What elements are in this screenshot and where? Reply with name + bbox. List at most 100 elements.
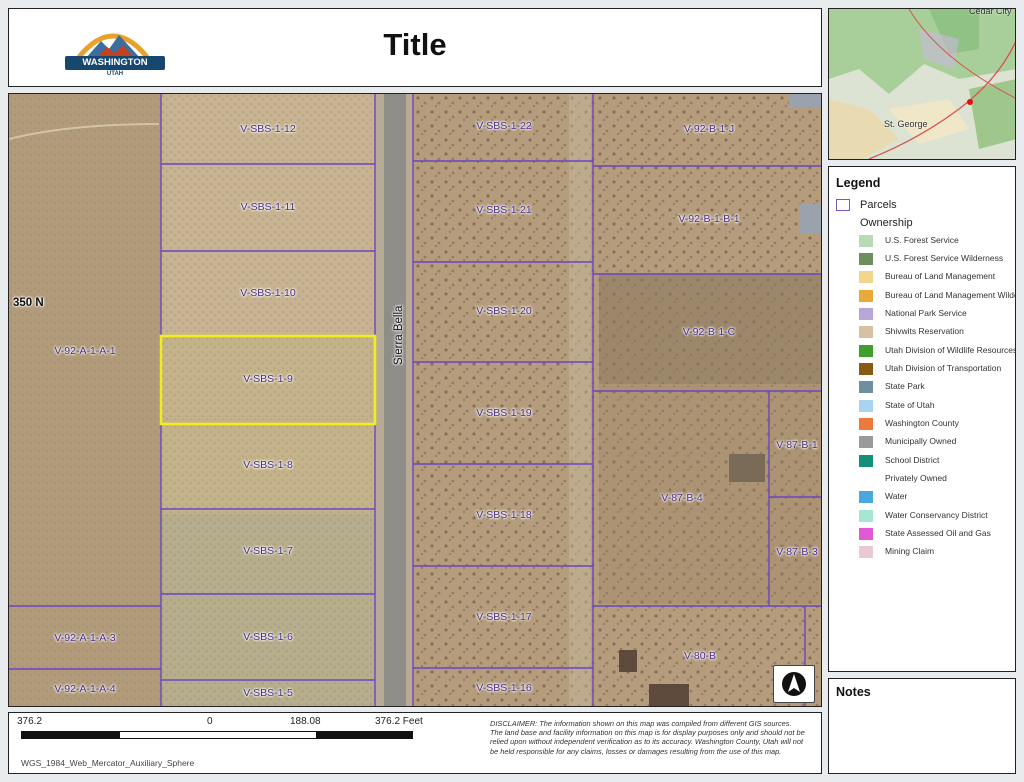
north-arrow-icon <box>773 665 815 703</box>
projection-label: WGS_1984_Web_Mercator_Auxiliary_Sphere <box>21 758 195 768</box>
legend-swatch <box>859 345 873 357</box>
legend-swatch <box>859 546 873 558</box>
legend-item-label: Water Conservancy District <box>885 510 988 520</box>
parcel-label[interactable]: V-SBS-1-16 <box>476 682 531 694</box>
parcel-label[interactable]: V-92-B-1-J <box>684 123 734 135</box>
parcel-label[interactable]: V-SBS-1-11 <box>241 201 296 213</box>
legend-swatch <box>859 455 873 467</box>
legend-item: Municipally Owned <box>859 435 1015 449</box>
legend-item-label: National Park Service <box>885 308 967 318</box>
legend-item: Bureau of Land Management <box>859 270 1015 284</box>
legend-swatch <box>859 528 873 540</box>
parcel-label[interactable]: V-SBS-1-10 <box>240 287 295 299</box>
legend-swatch <box>859 235 873 247</box>
legend-item: U.S. Forest Service Wilderness <box>859 252 1015 266</box>
title-panel: WASHINGTON COUNTY UTAH Title <box>8 8 822 87</box>
legend-item: Water Conservancy District <box>859 509 1015 523</box>
legend-title: Legend <box>836 176 881 190</box>
parcel-label[interactable]: V-SBS-1-21 <box>476 204 531 216</box>
legend-swatch <box>859 473 873 485</box>
legend-item-label: Municipally Owned <box>885 436 957 446</box>
legend-item: Washington County <box>859 417 1015 431</box>
legend-swatch <box>859 271 873 283</box>
legend-item: State Park <box>859 380 1015 394</box>
legend-item-label: Shivwits Reservation <box>885 326 964 336</box>
parcel-label[interactable]: V-SBS-1-22 <box>476 120 531 132</box>
legend-item: Shivwits Reservation <box>859 325 1015 339</box>
disclaimer-text: DISCLAIMER: The information shown on thi… <box>490 719 805 756</box>
parcels-swatch <box>836 199 850 211</box>
parcel-label[interactable]: V-92-B-1-C <box>683 326 736 338</box>
legend-item: U.S. Forest Service <box>859 234 1015 248</box>
parcel-label[interactable]: V-87-B-1 <box>776 439 817 451</box>
scale-label-right: 376.2 Feet <box>375 716 423 727</box>
legend-item: State Assessed Oil and Gas <box>859 527 1015 541</box>
legend-swatch <box>859 400 873 412</box>
parcel-label[interactable]: V-SBS-1-5 <box>243 687 293 699</box>
legend-ownership-label: Ownership <box>860 217 913 229</box>
legend-swatch <box>859 308 873 320</box>
legend-item: Water <box>859 490 1015 504</box>
parcel-label[interactable]: V-SBS-1-18 <box>476 509 531 521</box>
legend-swatch <box>859 510 873 522</box>
map-title: Title <box>383 27 447 62</box>
legend-item-label: Utah Division of Wildlife Resources <box>885 345 1016 355</box>
scale-label-zero: 0 <box>207 716 213 727</box>
legend-swatch <box>859 326 873 338</box>
scale-panel: 376.2 0 188.08 376.2 Feet WGS_1984_Web_M… <box>8 712 822 774</box>
parcel-label[interactable]: V-92-A-1-A-3 <box>54 632 115 644</box>
legend-item: Privately Owned <box>859 472 1015 486</box>
legend-swatch <box>859 418 873 430</box>
parcel-label[interactable]: V-92-A-1-A-4 <box>54 683 115 695</box>
scale-label-left: 376.2 <box>17 716 43 727</box>
legend-item-label: Bureau of Land Management Wilde <box>885 290 1016 300</box>
legend-item-label: Water <box>885 491 908 501</box>
notes-panel: Notes <box>828 678 1016 774</box>
legend-item-label: State Assessed Oil and Gas <box>885 528 991 538</box>
logo-subtitle: UTAH <box>106 71 124 77</box>
parcel-label[interactable]: V-SBS-1-17 <box>476 611 531 623</box>
legend-item: Utah Division of Transportation <box>859 362 1015 376</box>
overview-place-st-george: St. George <box>884 119 928 129</box>
parcel-label[interactable]: V-SBS-1-7 <box>243 545 293 557</box>
legend-panel: Legend Parcels Ownership U.S. Forest Ser… <box>828 166 1016 672</box>
legend-item: State of Utah <box>859 399 1015 413</box>
legend-swatch <box>859 253 873 265</box>
parcel-label[interactable]: V-92-B-1-B-1 <box>678 213 739 225</box>
overview-map-graphic <box>829 9 1015 159</box>
map-view[interactable]: V-SBS-1-12 V-SBS-1-11 V-SBS-1-10 V-SBS-1… <box>8 93 822 707</box>
legend-item: Bureau of Land Management Wilde <box>859 289 1016 303</box>
legend-swatch <box>859 381 873 393</box>
legend-item-label: Privately Owned <box>885 473 947 483</box>
parcel-label[interactable]: V-87-B-3 <box>776 546 817 558</box>
legend-item: Mining Claim <box>859 545 1015 559</box>
parcel-label[interactable]: V-SBS-1-6 <box>243 631 293 643</box>
legend-item: School District <box>859 454 1015 468</box>
legend-swatch <box>859 436 873 448</box>
overview-map[interactable]: Cedar City St. George <box>828 8 1016 160</box>
parcel-label[interactable]: V-SBS-1-19 <box>476 407 531 419</box>
scale-bar <box>21 731 413 739</box>
legend-parcels-label: Parcels <box>860 199 897 211</box>
overview-place-cedar-city: Cedar City <box>969 8 1012 16</box>
street-label-sierra-bella: Sierra Bella <box>393 305 405 365</box>
legend-item-label: State of Utah <box>885 400 935 410</box>
legend-swatch <box>859 491 873 503</box>
parcel-label[interactable]: V-92-A-1-A-1 <box>54 345 115 357</box>
parcel-label[interactable]: V-80-B <box>684 650 716 662</box>
legend-item-label: Utah Division of Transportation <box>885 363 1002 373</box>
legend-item-label: Mining Claim <box>885 546 935 556</box>
parcel-label[interactable]: V-SBS-1-12 <box>240 123 295 135</box>
parcel-label[interactable]: V-SBS-1-20 <box>476 305 531 317</box>
parcel-label-selected[interactable]: V-SBS-1-9 <box>243 373 293 385</box>
legend-item-label: Washington County <box>885 418 959 428</box>
parcel-label[interactable]: V-SBS-1-8 <box>243 459 293 471</box>
legend-item-label: U.S. Forest Service Wilderness <box>885 253 1004 263</box>
legend-item-label: State Park <box>885 381 925 391</box>
scale-label-mid: 188.08 <box>290 716 321 727</box>
legend-item: National Park Service <box>859 307 1015 321</box>
parcel-label[interactable]: V-87-B-4 <box>661 492 702 504</box>
legend-item-label: U.S. Forest Service <box>885 235 959 245</box>
legend-item-label: Bureau of Land Management <box>885 271 996 281</box>
street-label-350-n: 350 N <box>13 297 44 309</box>
